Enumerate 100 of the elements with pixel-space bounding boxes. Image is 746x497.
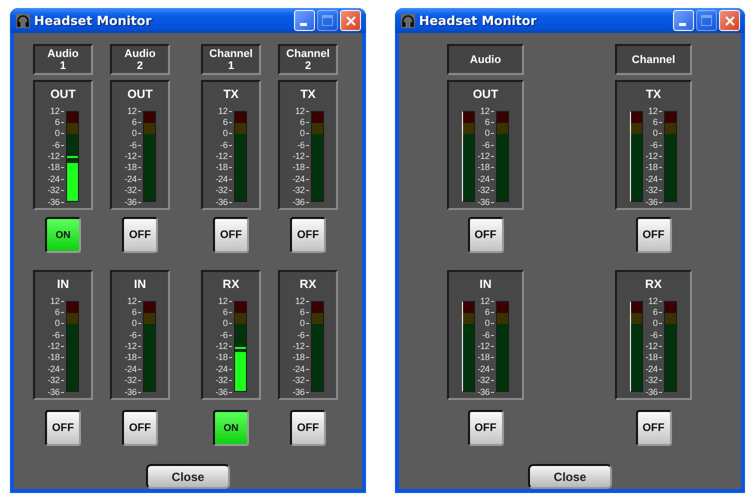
scale-label: -12 <box>292 151 309 162</box>
scale-label: 12 <box>50 106 64 116</box>
minimize-button[interactable] <box>673 10 694 31</box>
scale-label: -24 <box>215 364 232 375</box>
close-icon <box>724 16 734 26</box>
scale-label: 6 <box>300 116 309 128</box>
headphones-icon <box>16 14 30 28</box>
meter-label: TX <box>646 87 662 101</box>
scale-label: 6 <box>484 116 494 128</box>
scale-label: -36 <box>477 386 494 398</box>
toggle-button[interactable]: OFF <box>290 410 326 446</box>
scale-label: -24 <box>292 364 309 375</box>
toggle-button[interactable]: OFF <box>636 217 672 253</box>
toggle-button[interactable]: OFF <box>122 217 158 253</box>
scale-label: 12 <box>50 296 64 306</box>
scale-label: -24 <box>124 174 141 185</box>
scale-label: -36 <box>645 196 662 208</box>
scale-label: -6 <box>52 330 64 341</box>
scale-label: -12 <box>477 151 494 162</box>
scale-label: 6 <box>222 116 232 128</box>
scale-label: -32 <box>477 375 494 386</box>
scale-label: -24 <box>47 174 64 185</box>
scale-label: -32 <box>292 185 309 196</box>
window-close-button[interactable] <box>340 10 361 31</box>
scale-label: 12 <box>648 106 662 116</box>
scale-label: -12 <box>292 341 309 352</box>
toggle-button[interactable]: OFF <box>290 217 326 253</box>
close-button[interactable]: Close <box>528 464 612 489</box>
scale-label: -24 <box>47 364 64 375</box>
window-close-button[interactable] <box>719 10 740 31</box>
scale-label: -12 <box>215 151 232 162</box>
toggle-button[interactable]: OFF <box>213 217 249 253</box>
meter-label: OUT <box>127 87 153 101</box>
scale-label: 6 <box>54 306 64 318</box>
scale-label: -32 <box>292 375 309 386</box>
toggle-button[interactable]: OFF <box>636 410 672 446</box>
scale-label: -36 <box>124 386 141 398</box>
scale-label: 12 <box>648 296 662 306</box>
meter-label: OUT <box>472 87 498 101</box>
meter-label: IN <box>57 277 69 291</box>
scale-label: -18 <box>215 352 232 364</box>
scale-label: -36 <box>47 196 64 208</box>
scale-label: -12 <box>645 151 662 162</box>
scale-label: 0 <box>484 128 494 140</box>
scale-label: 12 <box>295 106 309 116</box>
scale-label: -6 <box>650 330 662 341</box>
scale-label: 0 <box>652 318 662 330</box>
scale-label: 0 <box>300 318 309 330</box>
scale-label: -24 <box>477 174 494 185</box>
minimize-button[interactable] <box>294 10 315 31</box>
scale-label: -18 <box>215 162 232 174</box>
maximize-icon <box>701 15 712 26</box>
scale-label: -32 <box>215 185 232 196</box>
column-header: Audio 1 <box>33 44 93 75</box>
meter-label: OUT <box>50 87 76 101</box>
column-header: Audio <box>447 44 524 75</box>
window-title: Headset Monitor <box>34 13 153 28</box>
scale-label: 12 <box>295 296 309 306</box>
window-title: Headset Monitor <box>419 13 538 28</box>
scale-label: -24 <box>645 174 662 185</box>
scale-label: -6 <box>220 330 232 341</box>
maximize-icon <box>322 15 333 26</box>
column-header: Channel 1 <box>201 44 261 75</box>
column-header: Channel 2 <box>278 44 338 75</box>
toggle-button[interactable]: OFF <box>45 410 81 446</box>
scale-label: -6 <box>129 330 141 341</box>
scale-label: -6 <box>129 140 141 151</box>
scale-label: -24 <box>477 364 494 375</box>
scale-label: -24 <box>645 364 662 375</box>
meter-label: RX <box>645 277 662 291</box>
scale-label: 6 <box>132 116 141 128</box>
toggle-button[interactable]: OFF <box>468 217 504 253</box>
scale-label: -32 <box>477 185 494 196</box>
scale-label: -6 <box>52 140 64 151</box>
toggle-button[interactable]: OFF <box>122 410 158 446</box>
scale-label: -32 <box>124 375 141 386</box>
toggle-button[interactable]: ON <box>45 217 81 253</box>
scale-label: -32 <box>124 185 141 196</box>
scale-label: 12 <box>480 106 494 116</box>
scale-label: -32 <box>645 185 662 196</box>
scale-label: -24 <box>215 174 232 185</box>
scale-label: -18 <box>292 162 309 174</box>
scale-label: -18 <box>645 352 662 364</box>
close-button[interactable]: Close <box>146 464 230 489</box>
toggle-button[interactable]: ON <box>213 410 249 446</box>
scale-label: -36 <box>47 386 64 398</box>
toggle-button[interactable]: OFF <box>468 410 504 446</box>
scale-label: -18 <box>124 352 141 364</box>
scale-label: -6 <box>297 140 309 151</box>
scale-label: -12 <box>645 341 662 352</box>
scale-label: -18 <box>47 352 64 364</box>
scale-label: 6 <box>132 306 141 318</box>
scale-label: -32 <box>47 375 64 386</box>
scale-label: -18 <box>292 352 309 364</box>
scale-label: -12 <box>124 341 141 352</box>
scale-label: -6 <box>482 330 494 341</box>
scale-label: -24 <box>292 174 309 185</box>
scale-label: 6 <box>222 306 232 318</box>
scale-label: -36 <box>124 196 141 208</box>
scale-label: -6 <box>482 140 494 151</box>
